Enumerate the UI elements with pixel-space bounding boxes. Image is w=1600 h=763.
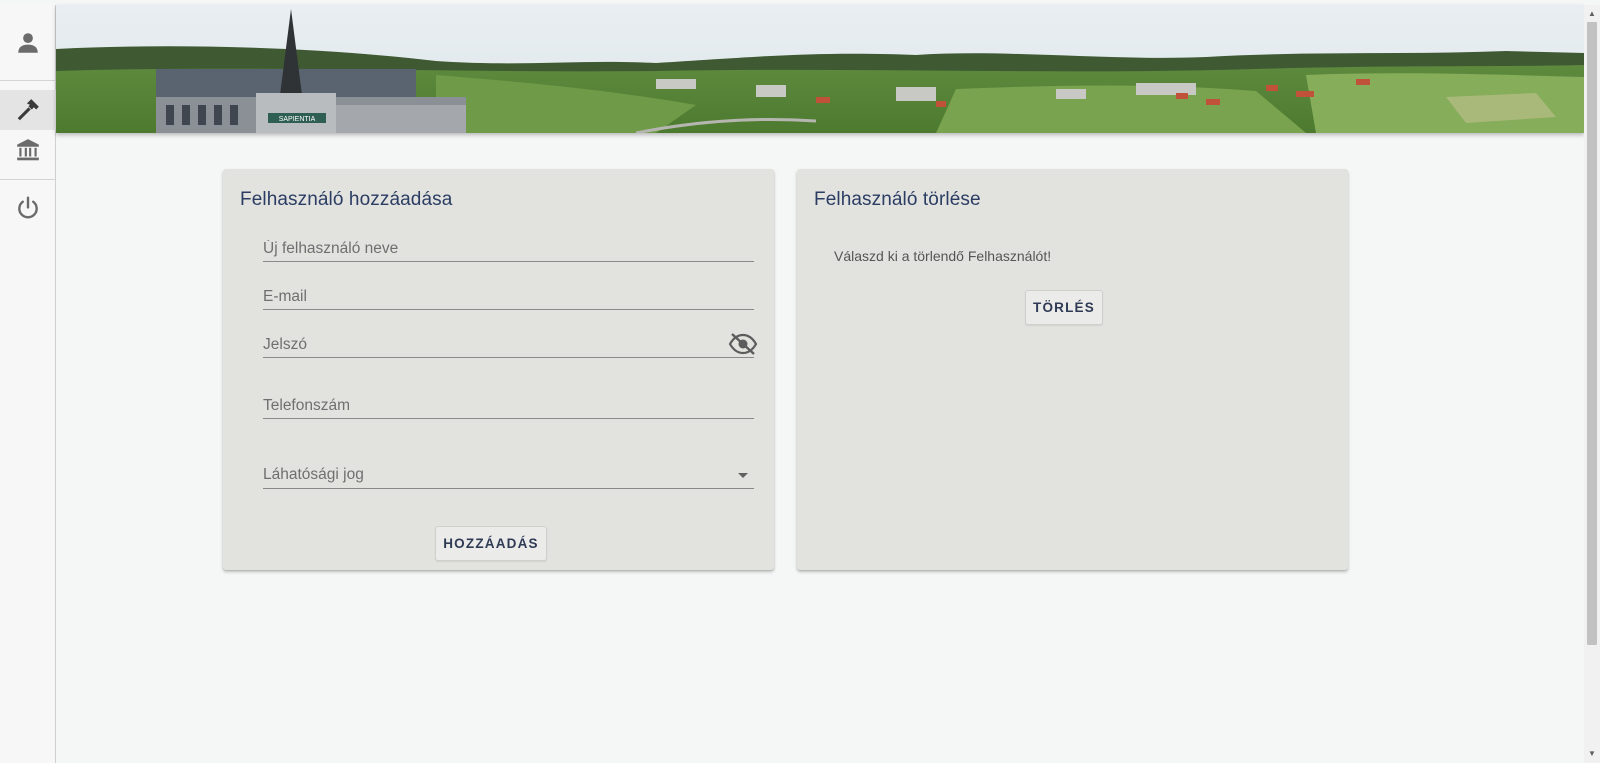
nav-item-institution[interactable]	[0, 130, 56, 170]
add-user-card: Felhasználó hozzáadása Láhatósági jog	[223, 169, 774, 570]
add-user-button[interactable]: HOZZÁADÁS	[435, 526, 547, 561]
nav-rail	[0, 5, 56, 763]
scroll-down-arrow-icon[interactable]: ▼	[1584, 747, 1600, 761]
campus-panorama-image: SAPIENTIA	[56, 5, 1584, 133]
dropdown-arrow-icon[interactable]	[738, 473, 748, 478]
password-input[interactable]	[263, 334, 723, 356]
visibility-off-icon[interactable]	[728, 332, 758, 356]
email-field[interactable]	[263, 286, 754, 310]
power-icon	[18, 196, 38, 219]
phone-field[interactable]	[263, 395, 754, 419]
delete-user-card: Felhasználó törlése Válaszd ki a törlend…	[797, 169, 1348, 570]
delete-user-hint: Válaszd ki a törlendő Felhasználót!	[834, 248, 1052, 264]
add-user-title: Felhasználó hozzáadása	[240, 189, 453, 210]
building-sign-text: SAPIENTIA	[279, 116, 316, 123]
bank-icon	[17, 139, 39, 161]
scroll-thumb[interactable]	[1587, 22, 1597, 645]
phone-input[interactable]	[263, 395, 754, 417]
visibility-role-label: Láhatósági jog	[263, 466, 364, 483]
delete-user-button[interactable]: TÖRLÉS	[1025, 290, 1103, 325]
visibility-role-select[interactable]: Láhatósági jog	[263, 465, 754, 489]
delete-user-title: Felhasználó törlése	[814, 189, 981, 210]
nav-item-admin-tools[interactable]	[0, 90, 56, 130]
scroll-up-arrow-icon[interactable]: ▲	[1584, 7, 1600, 21]
nav-item-logout[interactable]	[0, 188, 56, 228]
password-field[interactable]	[263, 333, 758, 358]
hammer-icon	[17, 99, 39, 121]
profile-button[interactable]	[0, 5, 56, 81]
new-username-input[interactable]	[263, 238, 754, 260]
nav-divider	[0, 179, 56, 180]
vertical-scrollbar[interactable]: ▲ ▼	[1584, 5, 1600, 763]
person-icon	[18, 32, 38, 53]
campus-banner: SAPIENTIA	[56, 5, 1584, 133]
new-username-field[interactable]	[263, 238, 754, 262]
app-root: SAPIENTIA Felhasználó hozzáadása Új felh…	[0, 0, 1600, 763]
email-input[interactable]	[263, 286, 754, 308]
